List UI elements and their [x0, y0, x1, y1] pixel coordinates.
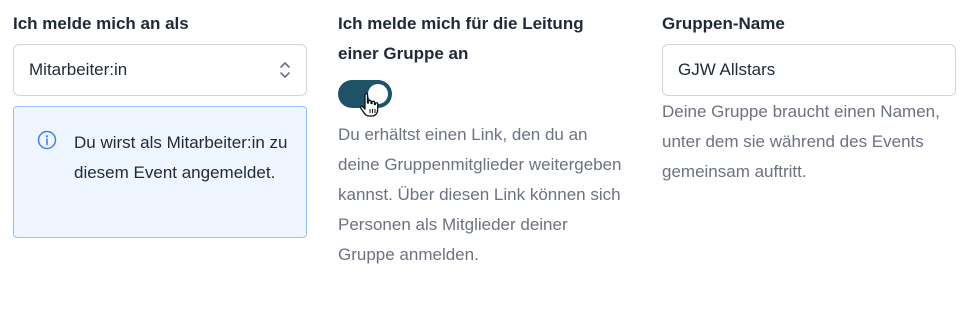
leader-column: Ich melde mich für die Leitung einer Gru… — [338, 0, 628, 270]
info-circle-icon — [37, 130, 57, 150]
info-text: Du wirst als Mitarbeiter:in zu diesem Ev… — [74, 133, 288, 182]
group-name-column: Gruppen-Name Deine Gruppe braucht einen … — [662, 0, 956, 187]
role-select[interactable]: Mitarbeiter:in — [13, 44, 307, 96]
group-name-help-text: Deine Gruppe braucht einen Namen, unter … — [662, 102, 940, 181]
role-label: Ich melde mich an als — [13, 14, 189, 33]
role-select-value: Mitarbeiter:in — [29, 60, 128, 79]
info-box: Du wirst als Mitarbeiter:in zu diesem Ev… — [13, 106, 307, 238]
group-name-label: Gruppen-Name — [662, 14, 785, 33]
leader-help-text: Du erhältst einen Link, den du an deine … — [338, 125, 622, 264]
hand-pointer-icon — [359, 93, 379, 117]
chevron-up-down-icon — [280, 62, 290, 78]
leader-label: Ich melde mich für die Leitung einer Gru… — [338, 14, 584, 63]
group-name-input[interactable] — [662, 44, 956, 96]
leader-toggle-wrap — [338, 80, 394, 117]
role-column: Ich melde mich an als Mitarbeiter:in Du … — [13, 0, 307, 238]
